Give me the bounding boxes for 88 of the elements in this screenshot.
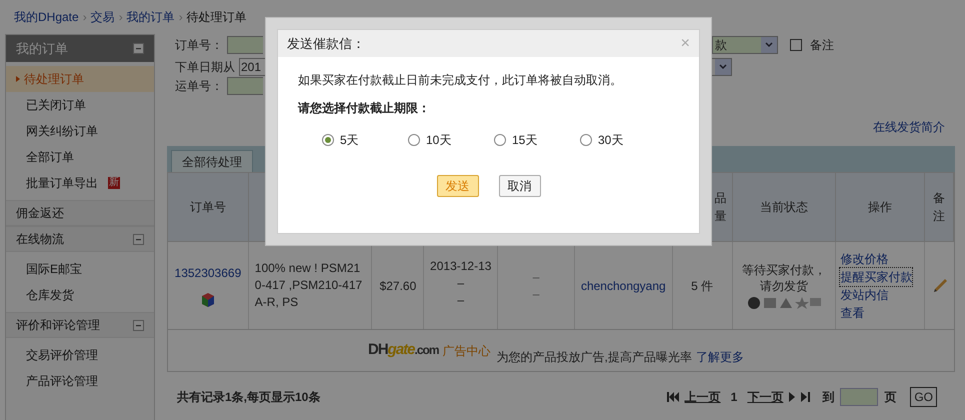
sidebar-item[interactable]: 仓库发货: [6, 282, 154, 308]
field-label: 下单日期从: [175, 59, 235, 76]
dialog-message: 如果买家在付款截止日前未完成支付，此订单将被自动取消。: [298, 72, 623, 89]
action-link[interactable]: 修改价格: [840, 250, 888, 268]
buyer-link[interactable]: chenchongyang: [580, 276, 666, 294]
action-link[interactable]: 查看: [840, 304, 864, 322]
sidebar-item[interactable]: 产品评论管理: [6, 368, 154, 394]
page-input[interactable]: [840, 388, 878, 406]
goto-label: 到: [822, 389, 834, 406]
date-text: –: [457, 275, 464, 292]
pointer-icon: [16, 76, 20, 82]
section-title: 在线物流: [16, 231, 64, 248]
section-title: 评价和评论管理: [16, 317, 100, 334]
page-suffix: 页: [884, 389, 896, 406]
sidebar-item[interactable]: 网关纠纷订单: [6, 118, 154, 144]
dialog-title: 发送催款信：: [287, 34, 365, 53]
sidebar-item[interactable]: 国际E邮宝: [6, 256, 154, 282]
breadcrumb-current: 待处理订单: [186, 9, 247, 26]
remark-checkbox[interactable]: [790, 39, 802, 51]
separator: ›: [178, 9, 183, 26]
field-label: 订单号：: [175, 37, 223, 54]
dropdown-icon: [715, 59, 731, 75]
field-label: 运单号：: [175, 78, 223, 95]
learn-more-link[interactable]: 了解更多: [696, 348, 744, 366]
collapse-icon[interactable]: [133, 43, 144, 54]
column-header: 当前状态: [760, 199, 808, 216]
deadline-radio[interactable]: 5天: [322, 131, 408, 149]
deadline-radio[interactable]: 30天: [580, 131, 666, 149]
sidebar-section-header[interactable]: 我的订单: [6, 35, 154, 62]
cell-text: –: [532, 268, 540, 286]
checkbox-label: 备注: [810, 37, 834, 54]
sidebar-section-header[interactable]: 评价和评论管理: [6, 312, 154, 338]
breadcrumb-link[interactable]: 交易: [90, 8, 115, 26]
date-select[interactable]: [710, 58, 732, 76]
action-link[interactable]: 提醒买家付款: [840, 268, 912, 286]
collapse-icon[interactable]: [133, 320, 144, 330]
sidebar-item[interactable]: 已关闭订单: [6, 92, 154, 118]
go-button[interactable]: GO: [910, 387, 937, 407]
section-title: 佣金返还: [16, 205, 64, 222]
next-page-link[interactable]: 下一页: [747, 388, 784, 406]
tab[interactable]: 全部待处理: [171, 150, 253, 172]
price: $27.60: [380, 278, 416, 294]
date-from-field[interactable]: 201: [239, 58, 265, 76]
cancel-button[interactable]: 取消: [498, 175, 540, 197]
logo: DHgate.com: [368, 340, 439, 360]
status-select[interactable]: 款: [712, 36, 778, 54]
intro-link[interactable]: 在线发货简介: [873, 118, 945, 136]
new-badge: 新: [108, 177, 120, 189]
next-arrow-icon[interactable]: [789, 392, 796, 402]
ad-center-title: 广告中心: [442, 342, 491, 360]
sidebar-item[interactable]: 批量订单导出 新: [6, 170, 154, 196]
cell-text: –: [532, 286, 540, 302]
section-title: 我的订单: [16, 40, 68, 58]
deadline-prompt: 请您选择付款截止期限：: [298, 100, 431, 117]
action-link[interactable]: 发站内信: [840, 286, 888, 304]
column-header: 品量: [714, 190, 728, 225]
cube-icon: [200, 292, 215, 308]
first-page-icon[interactable]: [666, 392, 679, 402]
column-header: 操作: [868, 199, 892, 216]
separator: ›: [82, 9, 87, 26]
breadcrumb-link[interactable]: 我的DHgate: [14, 8, 79, 26]
page-number[interactable]: 1: [730, 388, 738, 406]
sidebar-item[interactable]: 待处理订单: [6, 66, 154, 92]
deadline-radio[interactable]: 15天: [494, 131, 580, 149]
prev-page-link[interactable]: 上一页: [684, 388, 721, 406]
status-text: 等待买家付款，请勿发货: [742, 262, 826, 294]
dropdown-icon: [761, 37, 777, 53]
column-header: 订单号: [190, 199, 226, 216]
date-text: –: [457, 292, 464, 309]
column-header: 备注: [932, 190, 946, 225]
order-number-link[interactable]: 1352303669: [174, 264, 242, 282]
deadline-radio[interactable]: 10天: [408, 131, 494, 149]
product-name: 100% new ! PSM210-417 ,PSM210-417A-R, PS: [254, 260, 364, 311]
last-page-icon[interactable]: [801, 392, 810, 402]
sidebar-section-header[interactable]: 在线物流: [6, 226, 154, 252]
separator: ›: [118, 9, 123, 26]
waybill-field[interactable]: [227, 77, 263, 95]
send-button[interactable]: 发送: [436, 175, 478, 197]
sidebar-item[interactable]: 交易评价管理: [6, 342, 154, 368]
breadcrumb-link[interactable]: 我的订单: [126, 8, 175, 26]
collapse-icon[interactable]: [133, 234, 144, 244]
record-summary: 共有记录1条,每页显示10条: [177, 389, 320, 406]
date-text: 2013-12-13: [430, 258, 492, 275]
quantity: 5 件: [691, 278, 714, 294]
sidebar-item[interactable]: 全部订单: [6, 144, 154, 170]
sidebar-section-header[interactable]: 佣金返还: [6, 200, 154, 226]
order-number-field[interactable]: [227, 36, 263, 54]
ad-text: 为您的产品投放广告,提高产品曝光率: [496, 348, 692, 366]
